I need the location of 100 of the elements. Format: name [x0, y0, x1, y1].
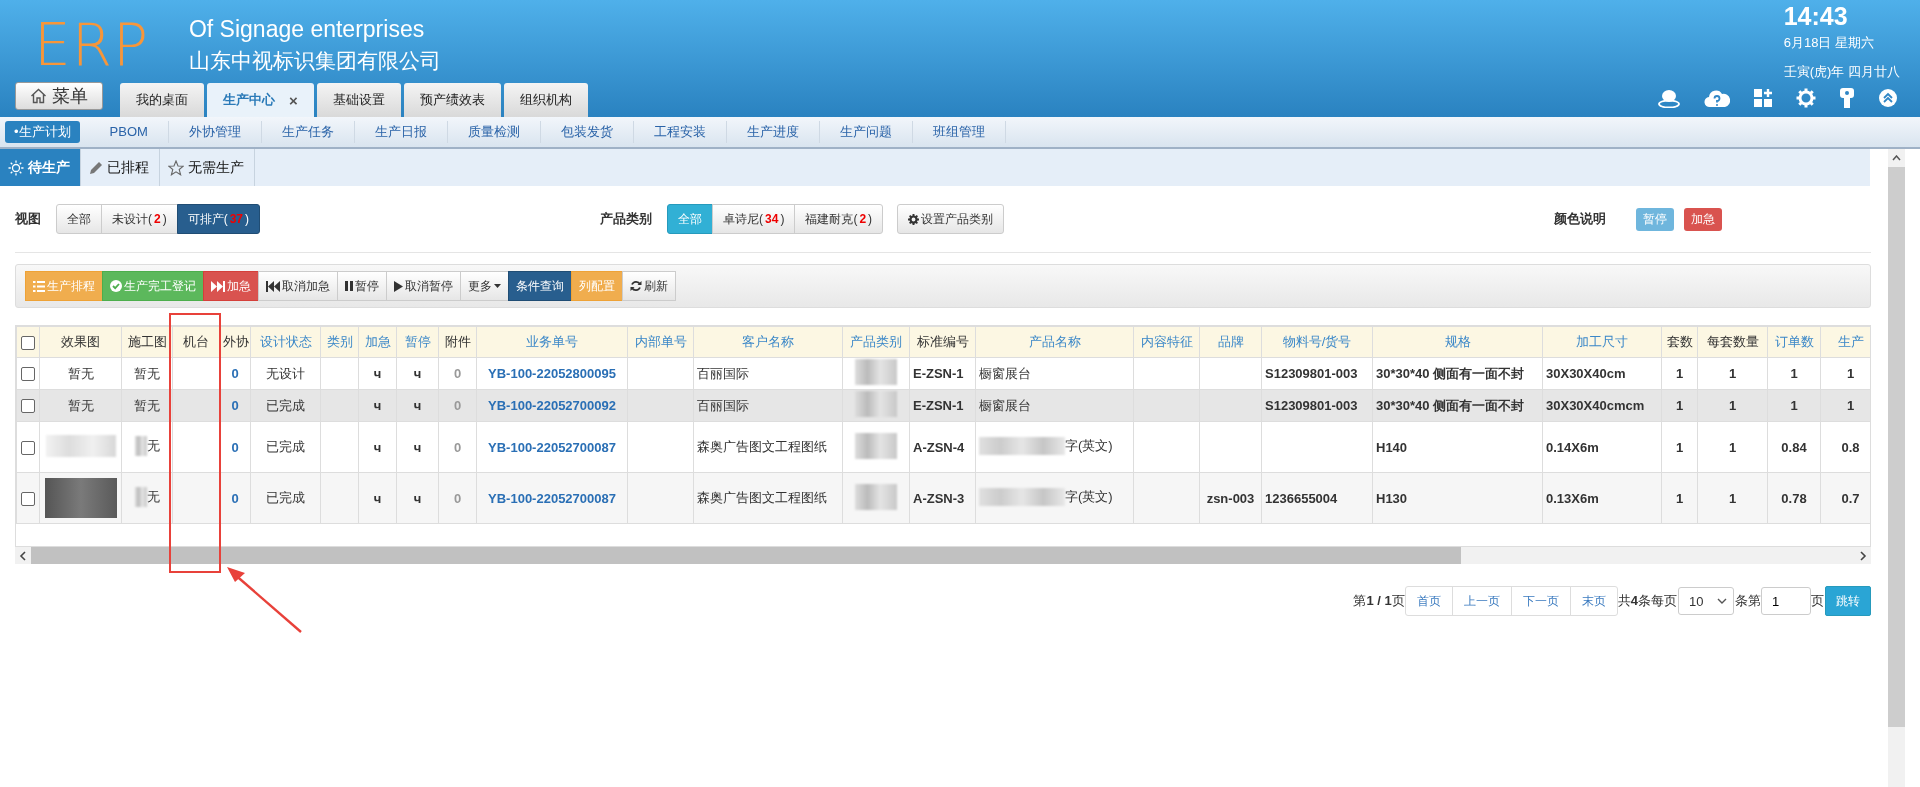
table-cell-text: 暂无: [134, 397, 160, 413]
column-header: 施工图: [127, 334, 167, 349]
toolbar-button[interactable]: 取消加急: [258, 271, 338, 301]
module-tab[interactable]: 生产日报: [354, 121, 448, 143]
module-tab[interactable]: 工程安装: [633, 121, 727, 143]
column-header[interactable]: 客户名称: [742, 334, 794, 349]
page-label: 条第: [1735, 592, 1761, 610]
page-button[interactable]: 末页: [1569, 586, 1618, 616]
category-filter-button[interactable]: 福建耐克( 2 ): [794, 204, 884, 234]
close-tab-button[interactable]: ×: [289, 91, 298, 109]
category-settings-button[interactable]: 设置产品类别: [897, 204, 1005, 234]
tab-label: 生产中心: [223, 91, 275, 109]
rewind-icon: [266, 280, 280, 292]
status-tab[interactable]: 待生产: [0, 149, 81, 186]
toolbar-button[interactable]: 加急: [203, 271, 259, 301]
table-cell-text: 1: [1846, 366, 1855, 381]
table-cell-text: 百丽国际: [697, 365, 749, 381]
page-button[interactable]: 上一页: [1451, 586, 1512, 616]
table-cell-text: ч: [373, 439, 382, 455]
logo-text: ERP: [34, 16, 149, 74]
table-cell-text: H140: [1376, 439, 1408, 455]
row-checkbox[interactable]: [21, 491, 35, 506]
view-filter-button[interactable]: 全部: [56, 204, 102, 234]
blurred-content: [855, 483, 897, 510]
app-tab[interactable]: 我的桌面: [120, 83, 204, 117]
table-cell-text: E-ZSN-1: [913, 366, 964, 381]
menu-button[interactable]: 菜单: [15, 82, 103, 110]
table-cell-text: ч: [373, 366, 382, 381]
table-cell-text: 0.7: [1841, 490, 1860, 506]
page-label: 页: [1811, 592, 1824, 610]
collapse-icon[interactable]: [1878, 88, 1898, 108]
table-cell-text: 1: [1675, 398, 1684, 413]
toolbar-button[interactable]: 条件查询: [508, 271, 572, 301]
column-header[interactable]: 规格: [1444, 334, 1471, 349]
table-cell-text: 橱窗展台: [979, 397, 1031, 413]
tab-label: 待生产: [28, 158, 70, 177]
settings-icon[interactable]: [1796, 88, 1816, 108]
row-checkbox[interactable]: [21, 399, 35, 414]
vertical-scrollbar[interactable]: [1888, 149, 1905, 787]
page-number-field[interactable]: 1: [1761, 587, 1811, 615]
module-tab[interactable]: 外协管理: [168, 121, 262, 143]
go-button[interactable]: 跳转: [1825, 586, 1871, 616]
app-tab[interactable]: 生产中心 ×: [207, 83, 314, 117]
view-filter-button[interactable]: 可排产( 37 ): [176, 204, 261, 234]
page-info: 第1 / 1页: [1353, 592, 1405, 610]
page-size-select[interactable]: 10: [1678, 587, 1734, 615]
table-cell-text: 森奥广告图文工程图纸: [697, 490, 827, 505]
module-tab[interactable]: 生产进度: [726, 121, 820, 143]
column-header[interactable]: 业务单号: [526, 334, 578, 349]
user-icon[interactable]: [1657, 88, 1681, 108]
category-filter-button[interactable]: 卓诗尼( 34 ): [712, 204, 796, 234]
table-cell-text: ч: [413, 366, 422, 381]
blurred-content: [45, 434, 116, 457]
table-cell-text: 0: [453, 490, 462, 506]
module-tab[interactable]: 生产任务: [261, 121, 355, 143]
table-cell-text: 0.84: [1781, 439, 1807, 455]
tab-label: 无需生产: [188, 158, 244, 177]
column-header: 套数: [1666, 334, 1693, 349]
filter-label: 颜色说明: [1554, 210, 1607, 228]
app-tab[interactable]: 组织机构: [503, 83, 588, 117]
help-cloud-icon[interactable]: [1704, 88, 1730, 108]
table-cell-text: 暂无: [134, 365, 160, 381]
scroll-up-icon[interactable]: [1892, 155, 1901, 161]
row-checkbox[interactable]: [21, 367, 35, 382]
sun-icon: [8, 159, 24, 176]
column-header[interactable]: 产品名称: [1028, 334, 1081, 349]
module-tab[interactable]: •生产计划: [5, 121, 80, 143]
toolbar-button[interactable]: 刷新: [622, 271, 676, 301]
page-button[interactable]: 首页: [1404, 586, 1453, 616]
table-cell-text: 0: [453, 398, 462, 413]
toolbar-button[interactable]: 更多: [460, 271, 509, 301]
table-cell-text: 字(英文): [1065, 436, 1113, 455]
table-cell-text: 1: [1728, 366, 1737, 381]
module-tab[interactable]: 包装发货: [540, 121, 634, 143]
horizontal-scrollbar[interactable]: [15, 547, 1871, 564]
refresh-icon: [630, 280, 642, 292]
module-tab[interactable]: PBOM: [89, 121, 169, 143]
toolbar-button[interactable]: 取消暂停: [386, 271, 461, 301]
key-icon[interactable]: [1839, 87, 1855, 109]
app-tab[interactable]: 基础设置: [316, 83, 401, 117]
table-cell-text: 1: [1675, 490, 1684, 506]
add-widget-icon[interactable]: [1753, 88, 1773, 108]
status-tab[interactable]: 无需生产: [160, 149, 255, 186]
table-cell-text: 0: [231, 366, 239, 381]
toolbar-button[interactable]: 暂停: [337, 271, 387, 301]
view-filter-button[interactable]: 未设计( 2 ): [101, 204, 178, 234]
blurred-content: [855, 391, 897, 417]
blurred-content: [134, 435, 147, 456]
play-icon: [394, 280, 403, 292]
table-cell-text: ч: [373, 490, 382, 506]
module-tab[interactable]: 质量检测: [447, 121, 541, 143]
row-checkbox[interactable]: [21, 440, 35, 455]
module-tab[interactable]: 生产问题: [819, 121, 913, 143]
page-button[interactable]: 下一页: [1510, 586, 1571, 616]
status-tab[interactable]: 已排程: [81, 149, 160, 186]
module-tab[interactable]: 班组管理: [912, 121, 1006, 143]
app-tab[interactable]: 预产绩效表: [403, 83, 501, 117]
table-cell-text: 无设计: [266, 365, 305, 381]
color-legend-tag: 暂停: [1636, 207, 1675, 231]
select-all-checkbox[interactable]: [21, 335, 35, 350]
